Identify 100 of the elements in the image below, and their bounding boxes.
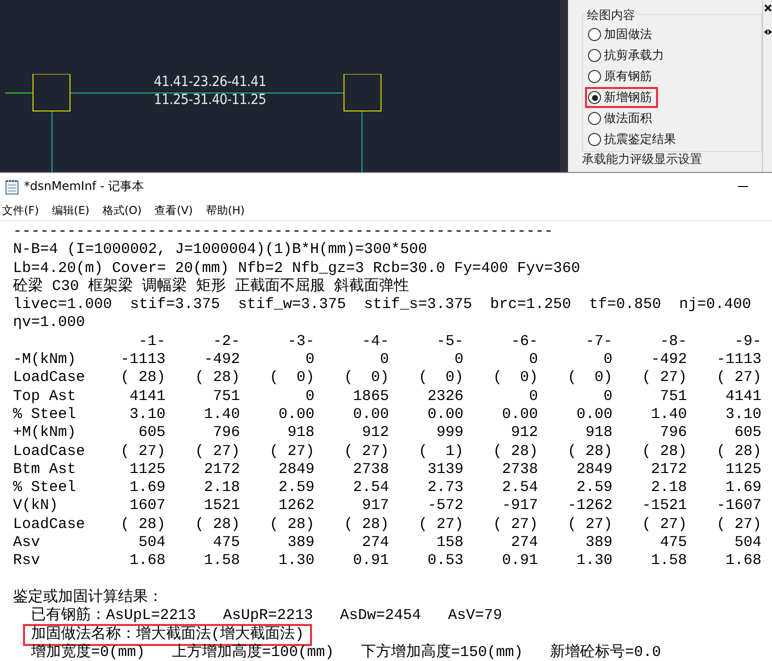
table-cell-text: ( 27) [268, 442, 314, 461]
table-cell-text: 605 [137, 424, 166, 443]
table-cell-text: ( 27) [640, 369, 687, 388]
table-cell-text: 0 [378, 351, 389, 370]
table-cell-text: 605 [733, 424, 762, 443]
table-cell-text: -1113 [715, 351, 762, 370]
row-label: V(kN) [13, 497, 60, 516]
table-cell-text: 1125 [128, 460, 166, 480]
table-cell-text: ( 27) [417, 516, 464, 534]
table-cell-text: 796 [658, 424, 687, 443]
beam-label: 41.41-23.26-41.41 [154, 73, 266, 91]
table-cell-text: 0 [528, 351, 538, 370]
column-header: -8- [658, 332, 687, 352]
menu-item[interactable]: 文件(F) [2, 202, 39, 218]
table-cell-text: 918 [584, 424, 612, 443]
result-line: 已有钢筋：AsUpL=2213 AsUpR=2213 AsDw=2454 AsV=79 [30, 606, 504, 626]
table-cell-text: 0 [304, 351, 314, 370]
table-cell-text: -917 [500, 497, 538, 516]
table-cell-text: 1262 [277, 497, 314, 516]
table-cell-text: 389 [584, 534, 612, 552]
radio-option[interactable]: 抗剪承载力 [585, 45, 670, 66]
row-label: LoadCase [13, 369, 86, 388]
radio-option[interactable]: 原有钢筋 [585, 66, 658, 87]
table-cell-text: ( 28) [715, 442, 762, 461]
column-header: -4- [360, 332, 389, 352]
table-cell-text: -1607 [715, 497, 762, 516]
table-cell-text: 2326 [426, 388, 464, 406]
table-cell-text: 0 [602, 388, 612, 406]
table-cell-text: 0 [602, 351, 612, 370]
table-cell-text: 3139 [426, 460, 464, 480]
table-cell-text: 0.00 [575, 406, 612, 424]
text-line: ------------------------------------------------------------ [13, 223, 554, 242]
radio-option[interactable]: 做法面积 [585, 108, 658, 129]
table-cell-text: ( 1) [417, 442, 464, 461]
table-cell-text: 999 [435, 424, 464, 443]
table-cell-text: 1865 [352, 388, 389, 406]
table-cell-text: ( 27) [715, 516, 762, 534]
table-cell-text: 0.00 [277, 406, 314, 424]
row-label: % Steel [13, 479, 78, 498]
table-cell-text: 2849 [277, 460, 314, 480]
column-header: -9- [733, 332, 762, 352]
table-cell-text: 1.30 [277, 552, 314, 571]
table-cell-text: 3.10 [724, 406, 762, 424]
table-cell-text: 4141 [128, 388, 166, 406]
table-cell-text: 389 [286, 534, 314, 552]
menu-item[interactable]: 帮助(H) [206, 202, 245, 218]
table-cell-text: 274 [510, 534, 538, 552]
table-cell-text: 1.68 [724, 552, 762, 571]
radio-option[interactable]: 加固做法 [585, 24, 658, 45]
table-cell-text: 0.00 [352, 406, 389, 424]
table-cell-text: 1.68 [128, 552, 166, 571]
arrows-icon[interactable] [764, 28, 772, 36]
text-line: ηv=1.000 [13, 314, 86, 333]
text-line: 砼梁 C30 框架梁 调幅梁 矩形 正截面不屈服 斜截面弹性 [13, 278, 410, 296]
table-cell-text: -1521 [640, 497, 687, 516]
table-cell-text: ( 0) [342, 369, 389, 388]
row-label: Asv [13, 534, 42, 552]
row-label: Top Ast [13, 388, 78, 406]
table-cell-text: 504 [733, 534, 762, 552]
table-cell-text: ( 0) [417, 369, 464, 388]
table-cell-text: 158 [435, 534, 464, 552]
table-cell-text: 2738 [352, 460, 389, 480]
window-title: *dsnMemInf - 记事本 [24, 178, 146, 195]
group-title: 承载能力评级显示设置 [582, 152, 703, 166]
table-cell-text: ( 27) [640, 516, 687, 534]
table-cell-text: 1.69 [128, 479, 166, 498]
table-cell-text: ( 28) [566, 442, 612, 461]
table-cell-text: 2.54 [500, 479, 538, 498]
radio-option[interactable]: 新增钢筋 [585, 87, 658, 108]
table-cell-text: ( 0) [492, 369, 538, 388]
menu-item[interactable]: 格式(O) [102, 202, 142, 218]
table-cell-text: 475 [212, 534, 240, 552]
row-label: % Steel [13, 406, 78, 424]
radio-option[interactable]: 抗震鉴定结果 [585, 129, 682, 150]
table-cell-text: ( 27) [119, 442, 166, 461]
table-cell-text: ( 28) [119, 516, 166, 534]
table-cell-text: -572 [426, 497, 464, 516]
table-cell-text: 504 [137, 534, 166, 552]
menu-item[interactable]: 查看(V) [154, 202, 193, 218]
column-header: -6- [510, 332, 538, 352]
table-cell-text: 0 [453, 351, 464, 370]
table-cell-text: 751 [212, 388, 240, 406]
table-cell-text: ( 0) [268, 369, 314, 388]
table-cell-text: 1.30 [575, 552, 612, 571]
table-cell-text: 4141 [724, 388, 762, 406]
table-cell-text: ( 28) [268, 516, 314, 534]
table-cell-text: 0 [304, 388, 314, 406]
table-cell-text: 2172 [650, 460, 687, 480]
section-title: 鉴定或加固计算结果： [13, 588, 164, 607]
table-cell-text: ( 28) [194, 516, 240, 534]
table-cell-text: -1262 [566, 497, 612, 516]
table-cell-text: -492 [202, 351, 240, 370]
table-cell-text: ( 27) [194, 442, 240, 461]
table-cell-text: 0.00 [426, 406, 464, 424]
column-header: -3- [286, 332, 314, 352]
table-cell-text: 2.73 [426, 479, 464, 498]
table-cell-text: 912 [510, 424, 538, 443]
close-icon[interactable] [764, 4, 772, 12]
menu-item[interactable]: 编辑(E) [52, 202, 90, 218]
table-cell-text: 796 [212, 424, 240, 443]
